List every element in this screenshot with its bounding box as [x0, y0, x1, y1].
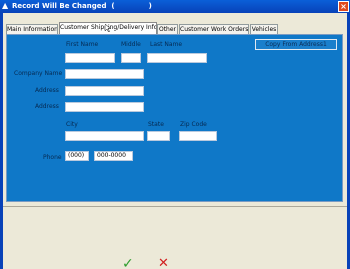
tab-other[interactable]: Other — [157, 24, 178, 34]
title-bar: ▲ Record Will Be Changed ( ) × — [0, 0, 350, 13]
address2-field[interactable] — [65, 102, 144, 112]
x-icon: ✕ — [158, 258, 169, 269]
last-name-label: Last Name — [150, 41, 183, 48]
middle-label: Middle — [121, 41, 141, 48]
state-field[interactable] — [147, 131, 170, 141]
phone-area-field[interactable]: (000) — [65, 151, 89, 161]
company-name-label: Company Name — [14, 70, 63, 77]
close-icon: × — [340, 2, 347, 11]
company-name-field[interactable] — [65, 69, 144, 79]
app-icon: ▲ — [2, 1, 9, 10]
ok-button[interactable]: ✓ — [117, 258, 139, 269]
window-title: Record Will Be Changed ( ) — [12, 2, 152, 10]
cancel-button[interactable]: ✕ — [152, 258, 174, 269]
copy-from-address-button[interactable]: Copy From Address1 — [255, 39, 337, 50]
tab-customer-work-orders[interactable]: Customer Work Orders — [179, 24, 249, 34]
close-window-button[interactable]: × — [338, 1, 349, 12]
last-name-field[interactable] — [147, 53, 207, 63]
first-name-field[interactable] — [65, 53, 115, 63]
footer-divider — [3, 206, 347, 207]
tab-main-information[interactable]: Main Information — [6, 24, 58, 34]
zip-code-field[interactable] — [179, 131, 217, 141]
window-border-left — [0, 13, 3, 269]
city-field[interactable] — [65, 131, 144, 141]
zip-code-label: Zip Code — [180, 121, 207, 128]
middle-field[interactable] — [121, 53, 141, 63]
first-name-label: First Name — [66, 41, 99, 48]
city-label: City — [66, 121, 78, 128]
address-field[interactable] — [65, 86, 144, 96]
tab-vehicles[interactable]: Vehicles — [250, 24, 278, 34]
address-label: Address — [35, 87, 59, 94]
state-label: State — [148, 121, 164, 128]
phone-number-field[interactable]: 000-0000 — [94, 151, 133, 161]
check-icon: ✓ — [122, 258, 134, 269]
mouse-cursor-icon — [105, 24, 111, 32]
phone-label: Phone — [43, 154, 62, 161]
address2-label: Address — [35, 103, 59, 110]
